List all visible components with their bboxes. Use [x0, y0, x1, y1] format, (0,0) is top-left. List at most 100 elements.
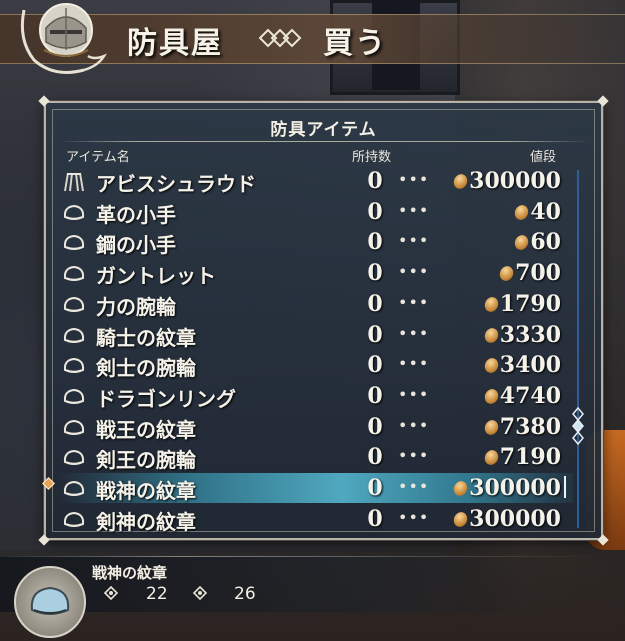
stat-value-1: 22 — [146, 584, 168, 604]
item-name: ガントレット — [96, 264, 216, 289]
selected-item-icon — [14, 566, 86, 638]
gauntlet-icon — [62, 387, 86, 407]
item-row[interactable]: 剣王の腕輪 0 ••• 7190 — [58, 442, 573, 472]
item-dots: ••• — [398, 292, 430, 312]
item-owned-count: 0 — [367, 321, 383, 348]
item-dots: ••• — [398, 200, 430, 220]
coin-icon — [451, 171, 470, 192]
magic-defense-stat-icon — [193, 586, 207, 600]
item-row[interactable]: 戦神の紋章 0 ••• 300000 — [58, 473, 573, 503]
coin-icon — [482, 448, 501, 468]
coin-icon — [482, 356, 501, 376]
item-name: 剣神の紋章 — [96, 509, 196, 534]
title-divider — [58, 141, 588, 142]
item-price: 7190 — [482, 444, 561, 471]
item-price: 3330 — [482, 321, 561, 348]
item-dots: ••• — [398, 170, 430, 189]
item-price: 300000 — [451, 475, 561, 501]
column-header-name: アイテム名 — [66, 150, 130, 165]
gauntlet-icon — [62, 418, 86, 438]
item-dots: ••• — [398, 477, 430, 496]
item-price: 7380 — [482, 413, 561, 440]
item-name: 革の小手 — [96, 202, 176, 227]
scrollbar-thumb[interactable] — [571, 406, 585, 446]
cloak-icon — [62, 172, 86, 192]
item-row[interactable]: ドラゴンリング 0 ••• 4740 — [58, 381, 573, 411]
item-price: 3400 — [482, 352, 561, 379]
coin-icon — [512, 233, 531, 253]
item-price-value: 300000 — [469, 168, 561, 194]
item-owned-count: 0 — [367, 505, 383, 532]
item-price-value: 3400 — [499, 352, 561, 379]
gauntlet-icon — [62, 295, 86, 315]
item-price-value: 300000 — [469, 475, 561, 501]
item-owned-count: 0 — [367, 352, 383, 379]
item-price: 300000 — [451, 168, 561, 194]
item-name: 力の腕輪 — [96, 294, 176, 319]
item-dots: ••• — [398, 384, 430, 404]
item-dots: ••• — [398, 262, 430, 282]
item-price-value: 7380 — [499, 413, 561, 440]
item-owned-count: 0 — [367, 382, 383, 409]
column-header-price: 値段 — [530, 150, 557, 165]
separator-diamonds-icon — [258, 28, 302, 48]
item-row[interactable]: 鋼の小手 0 ••• 60 — [58, 227, 573, 257]
item-price: 40 — [512, 198, 561, 225]
item-price: 60 — [512, 229, 561, 256]
gauntlet-icon — [62, 510, 86, 530]
gauntlet-icon — [62, 264, 86, 284]
selected-item-name: 戦神の紋章 — [92, 564, 168, 582]
column-header-owned: 所持数 — [352, 150, 392, 165]
item-price-value: 1790 — [499, 290, 561, 317]
item-name: アビスシュラウド — [96, 172, 256, 196]
item-row[interactable]: 戦王の紋章 0 ••• 7380 — [58, 412, 573, 442]
item-name: 剣王の腕輪 — [96, 448, 196, 473]
selection-caret — [564, 476, 566, 498]
coin-icon — [482, 386, 501, 406]
item-owned-count: 0 — [367, 444, 383, 471]
item-price-value: 60 — [530, 229, 561, 256]
item-dots: ••• — [398, 415, 430, 435]
shop-title: 防具屋 — [127, 26, 223, 61]
item-name: 戦王の紋章 — [96, 417, 196, 442]
item-owned-count: 0 — [367, 413, 383, 440]
item-row[interactable]: アビスシュラウド 0 ••• 300000 — [58, 166, 573, 196]
item-price: 300000 — [451, 506, 561, 532]
item-dots: ••• — [398, 231, 430, 251]
armor-shop-emblem-icon — [20, 3, 107, 74]
coin-icon — [482, 417, 501, 437]
item-dots: ••• — [398, 507, 430, 527]
item-name: 戦神の紋章 — [96, 479, 196, 503]
item-row[interactable]: 剣士の腕輪 0 ••• 3400 — [58, 350, 573, 380]
item-row[interactable]: 力の腕輪 0 ••• 1790 — [58, 289, 573, 319]
item-price-value: 7190 — [499, 444, 561, 471]
item-owned-count: 0 — [367, 229, 383, 256]
stat-value-2: 26 — [234, 584, 256, 604]
item-dots: ••• — [398, 323, 430, 343]
coin-icon — [497, 264, 516, 284]
coin-icon — [512, 202, 531, 222]
item-price-value: 40 — [530, 198, 561, 225]
item-price: 700 — [497, 260, 561, 286]
item-dots: ••• — [398, 446, 430, 466]
mode-title: 買う — [323, 26, 387, 61]
item-owned-count: 0 — [367, 198, 383, 225]
item-owned-count: 0 — [367, 475, 383, 501]
gauntlet-icon — [62, 448, 86, 468]
item-detail-divider — [0, 556, 600, 557]
gauntlet-icon — [62, 203, 86, 223]
coin-icon — [451, 509, 470, 529]
gauntlet-icon — [62, 233, 86, 253]
gauntlet-icon — [62, 356, 86, 376]
item-price-value: 3330 — [499, 321, 561, 348]
item-name: 剣士の腕輪 — [96, 356, 196, 381]
item-row[interactable]: ガントレット 0 ••• 700 — [58, 258, 573, 288]
scrollbar-track[interactable] — [577, 170, 579, 528]
coin-icon — [451, 478, 470, 499]
item-row[interactable]: 革の小手 0 ••• 40 — [58, 197, 573, 227]
item-price: 1790 — [482, 290, 561, 317]
item-row[interactable]: 剣神の紋章 0 ••• 300000 — [58, 504, 573, 534]
item-owned-count: 0 — [367, 290, 383, 317]
item-dots: ••• — [398, 354, 430, 374]
item-row[interactable]: 騎士の紋章 0 ••• 3330 — [58, 320, 573, 350]
